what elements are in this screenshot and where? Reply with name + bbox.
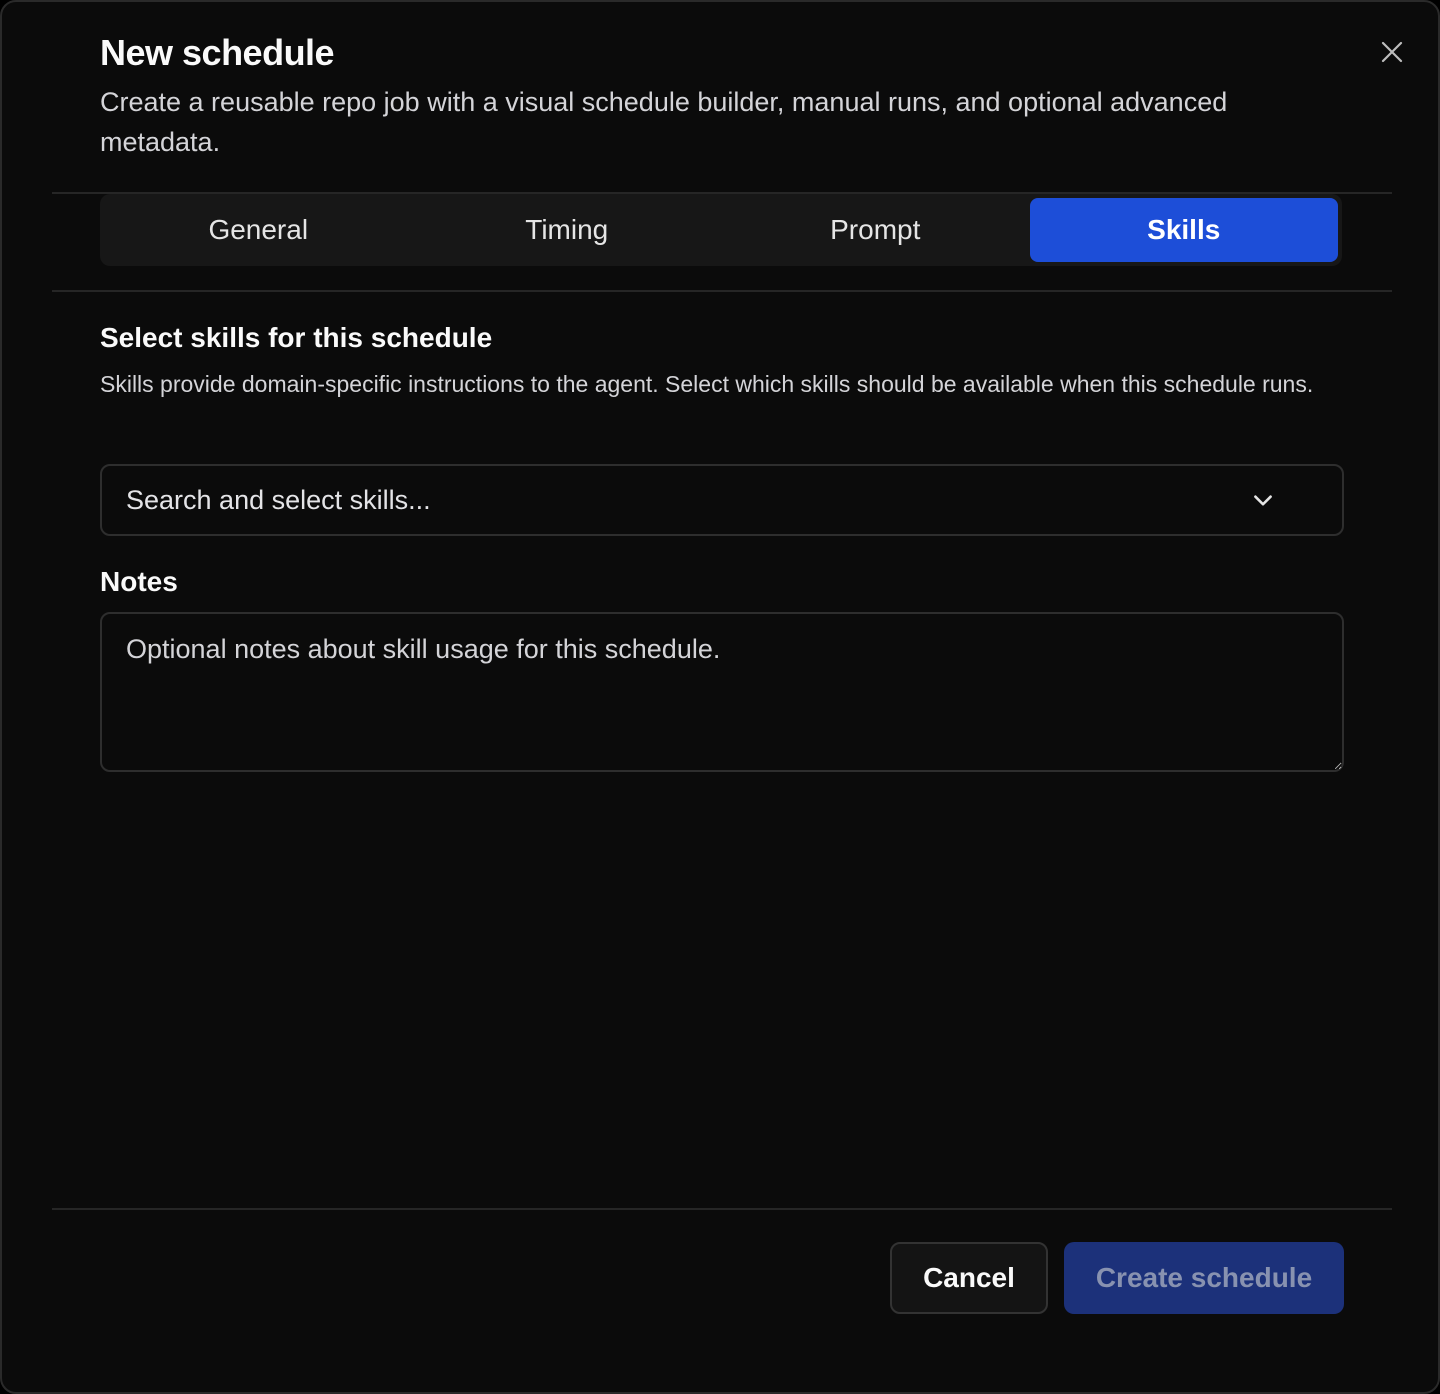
- tab-bar: General Timing Prompt Skills: [100, 194, 1342, 266]
- close-icon: [1381, 41, 1403, 63]
- skills-select-placeholder: Search and select skills...: [126, 484, 431, 515]
- tabs-divider: [52, 290, 1392, 292]
- skills-select[interactable]: Search and select skills...: [100, 464, 1344, 536]
- dialog-subtitle: Create a reusable repo job with a visual…: [100, 87, 1228, 157]
- close-button[interactable]: [1374, 34, 1410, 70]
- skills-section-description: Skills provide domain-specific instructi…: [100, 371, 1314, 397]
- dialog-title: New schedule: [100, 32, 335, 73]
- tab-skills[interactable]: Skills: [1029, 198, 1338, 262]
- chevron-down-icon: [1254, 495, 1272, 506]
- create-schedule-button[interactable]: Create schedule: [1064, 1242, 1344, 1314]
- new-schedule-dialog: New schedule Create a reusable repo job …: [0, 0, 1440, 1394]
- footer-divider: [52, 1208, 1392, 1210]
- tab-timing[interactable]: Timing: [413, 198, 722, 262]
- cancel-button[interactable]: Cancel: [890, 1242, 1048, 1314]
- tab-general[interactable]: General: [104, 198, 413, 262]
- notes-textarea[interactable]: [100, 612, 1344, 772]
- skills-section-title: Select skills for this schedule: [100, 322, 493, 353]
- tab-prompt[interactable]: Prompt: [721, 198, 1030, 262]
- notes-label: Notes: [100, 566, 178, 597]
